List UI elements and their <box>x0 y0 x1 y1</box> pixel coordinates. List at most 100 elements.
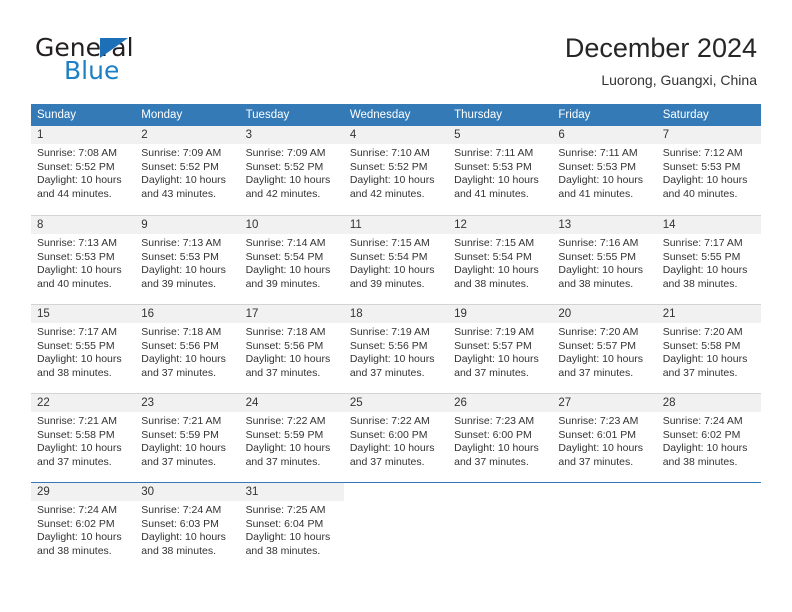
day-number: 5 <box>448 126 553 144</box>
day-cell[interactable]: 27 Sunrise: 7:23 AM Sunset: 6:01 PM Dayligh… <box>552 394 657 482</box>
daylight-text-line1: Daylight: 10 hours <box>141 174 226 186</box>
sunset-text: Sunset: 6:03 PM <box>141 517 219 530</box>
day-details: Sunrise: 7:18 AM Sunset: 5:56 PM Daylight:… <box>135 323 239 380</box>
day-cell[interactable]: 17 Sunrise: 7:18 AM Sunset: 5:56 PM Dayligh… <box>239 305 344 393</box>
sunrise-text: Sunrise: 7:18 AM <box>245 326 326 338</box>
day-number: 9 <box>135 216 240 234</box>
sunset-text: Sunset: 5:59 PM <box>245 428 324 441</box>
day-cell[interactable]: 29 Sunrise: 7:24 AM Sunset: 6:02 PM Dayligh… <box>31 483 136 571</box>
day-cell[interactable]: 14 Sunrise: 7:17 AM Sunset: 5:55 PM Dayligh… <box>656 216 761 304</box>
general-blue-logo[interactable]: General Blue <box>35 35 235 91</box>
day-details: Sunrise: 7:12 AM Sunset: 5:53 PM Daylight:… <box>657 144 761 201</box>
sunrise-text: Sunrise: 7:09 AM <box>141 147 222 159</box>
day-cell[interactable]: 4 Sunrise: 7:10 AM Sunset: 5:52 PM Daylight… <box>343 126 449 215</box>
day-details: Sunrise: 7:21 AM Sunset: 5:59 PM Daylight:… <box>135 412 239 469</box>
calendar-weeks: 1 Sunrise: 7:08 AM Sunset: 5:52 PM Daylight… <box>31 126 761 571</box>
day-details: Sunrise: 7:15 AM Sunset: 5:54 PM Daylight:… <box>344 234 448 291</box>
day-cell[interactable]: 24 Sunrise: 7:22 AM Sunset: 5:59 PM Dayligh… <box>239 394 344 482</box>
calendar-week-row: 29 Sunrise: 7:24 AM Sunset: 6:02 PM Dayligh… <box>31 482 761 571</box>
day-cell[interactable]: 9 Sunrise: 7:13 AM Sunset: 5:53 PM Daylight… <box>135 216 240 304</box>
sunrise-text: Sunrise: 7:21 AM <box>37 415 117 427</box>
sunset-text: Sunset: 5:53 PM <box>454 160 532 173</box>
day-cell[interactable]: 10 Sunrise: 7:14 AM Sunset: 5:54 PM Dayligh… <box>239 216 344 304</box>
weekday-header-row: Sunday Monday Tuesday Wednesday Thursday Frid… <box>31 104 761 126</box>
sunset-text: Sunset: 5:53 PM <box>662 160 741 173</box>
sunset-text: Sunset: 5:57 PM <box>454 339 532 352</box>
sunrise-text: Sunrise: 7:24 AM <box>141 504 222 516</box>
day-cell-empty <box>448 483 553 571</box>
sunset-text: Sunset: 5:53 PM <box>37 250 115 263</box>
calendar-week-row: 8 Sunrise: 7:13 AM Sunset: 5:53 PM Daylight… <box>31 215 761 304</box>
sunrise-text: Sunrise: 7:20 AM <box>662 326 743 338</box>
day-number: 12 <box>448 216 553 234</box>
day-number: 15 <box>31 305 136 323</box>
day-number: 1 <box>31 126 136 144</box>
sunrise-text: Sunrise: 7:11 AM <box>558 147 638 159</box>
day-cell[interactable]: 18 Sunrise: 7:19 AM Sunset: 5:56 PM Dayligh… <box>343 305 449 393</box>
daylight-text-line1: Daylight: 10 hours <box>245 442 331 454</box>
day-number: 26 <box>448 394 553 412</box>
day-cell[interactable]: 1 Sunrise: 7:08 AM Sunset: 5:52 PM Daylight… <box>31 126 136 215</box>
daylight-text-line2: and 37 minutes. <box>662 366 738 379</box>
day-details: Sunrise: 7:13 AM Sunset: 5:53 PM Daylight:… <box>135 234 239 291</box>
day-cell[interactable]: 31 Sunrise: 7:25 AM Sunset: 6:04 PM Dayligh… <box>239 483 344 571</box>
day-number: 27 <box>552 394 657 412</box>
day-cell[interactable]: 7 Sunrise: 7:12 AM Sunset: 5:53 PM Daylight… <box>656 126 761 215</box>
daylight-text-line2: and 38 minutes. <box>662 277 738 290</box>
day-number <box>656 483 761 501</box>
day-cell[interactable]: 12 Sunrise: 7:15 AM Sunset: 5:54 PM Dayligh… <box>448 216 553 304</box>
day-details: Sunrise: 7:17 AM Sunset: 5:55 PM Daylight:… <box>657 234 761 291</box>
day-details: Sunrise: 7:20 AM Sunset: 5:58 PM Daylight:… <box>657 323 761 380</box>
sunrise-text: Sunrise: 7:19 AM <box>349 326 430 338</box>
day-number <box>343 483 449 501</box>
daylight-text-line2: and 38 minutes. <box>245 544 321 557</box>
day-cell[interactable]: 19 Sunrise: 7:19 AM Sunset: 5:57 PM Dayligh… <box>448 305 553 393</box>
title-block: December 2024 Luorong, Guangxi, China <box>565 32 757 89</box>
day-cell[interactable]: 6 Sunrise: 7:11 AM Sunset: 5:53 PM Daylight… <box>552 126 657 215</box>
day-details: Sunrise: 7:24 AM Sunset: 6:02 PM Daylight:… <box>657 412 761 469</box>
daylight-text-line1: Daylight: 10 hours <box>454 174 539 186</box>
day-cell[interactable]: 25 Sunrise: 7:22 AM Sunset: 6:00 PM Dayligh… <box>343 394 449 482</box>
day-cell[interactable]: 5 Sunrise: 7:11 AM Sunset: 5:53 PM Daylight… <box>448 126 553 215</box>
day-cell[interactable]: 13 Sunrise: 7:16 AM Sunset: 5:55 PM Dayligh… <box>552 216 657 304</box>
day-number <box>448 483 553 501</box>
day-cell[interactable]: 20 Sunrise: 7:20 AM Sunset: 5:57 PM Dayligh… <box>552 305 657 393</box>
daylight-text-line1: Daylight: 10 hours <box>662 264 748 276</box>
day-cell[interactable]: 23 Sunrise: 7:21 AM Sunset: 5:59 PM Dayligh… <box>135 394 240 482</box>
sunset-text: Sunset: 5:53 PM <box>558 160 637 173</box>
day-number: 10 <box>239 216 344 234</box>
daylight-text-line2: and 38 minutes. <box>141 544 216 557</box>
daylight-text-line2: and 37 minutes. <box>141 455 216 468</box>
sunset-text: Sunset: 5:54 PM <box>454 250 532 263</box>
sunrise-text: Sunrise: 7:18 AM <box>141 326 222 338</box>
sunrise-text: Sunrise: 7:22 AM <box>245 415 326 427</box>
daylight-text-line2: and 37 minutes. <box>454 366 529 379</box>
daylight-text-line2: and 37 minutes. <box>558 366 634 379</box>
weekday-header-friday: Friday <box>558 109 591 121</box>
day-cell[interactable]: 30 Sunrise: 7:24 AM Sunset: 6:03 PM Dayligh… <box>135 483 240 571</box>
day-number: 31 <box>239 483 344 501</box>
day-details: Sunrise: 7:17 AM Sunset: 5:55 PM Daylight:… <box>31 323 135 380</box>
day-cell[interactable]: 3 Sunrise: 7:09 AM Sunset: 5:52 PM Daylight… <box>239 126 344 215</box>
day-details: Sunrise: 7:19 AM Sunset: 5:56 PM Daylight:… <box>344 323 448 380</box>
sunset-text: Sunset: 5:55 PM <box>558 250 637 263</box>
sunrise-text: Sunrise: 7:08 AM <box>37 147 117 159</box>
sunset-text: Sunset: 5:52 PM <box>141 160 219 173</box>
day-cell[interactable]: 16 Sunrise: 7:18 AM Sunset: 5:56 PM Dayligh… <box>135 305 240 393</box>
day-cell[interactable]: 28 Sunrise: 7:24 AM Sunset: 6:02 PM Dayligh… <box>656 394 761 482</box>
day-cell[interactable]: 22 Sunrise: 7:21 AM Sunset: 5:58 PM Dayligh… <box>31 394 136 482</box>
daylight-text-line1: Daylight: 10 hours <box>558 174 644 186</box>
day-cell[interactable]: 8 Sunrise: 7:13 AM Sunset: 5:53 PM Daylight… <box>31 216 136 304</box>
day-details: Sunrise: 7:10 AM Sunset: 5:52 PM Daylight:… <box>344 144 448 201</box>
day-cell[interactable]: 21 Sunrise: 7:20 AM Sunset: 5:58 PM Dayligh… <box>656 305 761 393</box>
day-cell[interactable]: 2 Sunrise: 7:09 AM Sunset: 5:52 PM Daylight… <box>135 126 240 215</box>
day-cell[interactable]: 26 Sunrise: 7:23 AM Sunset: 6:00 PM Dayligh… <box>448 394 553 482</box>
sunrise-text: Sunrise: 7:22 AM <box>349 415 430 427</box>
day-cell[interactable]: 11 Sunrise: 7:15 AM Sunset: 5:54 PM Dayligh… <box>343 216 449 304</box>
day-details: Sunrise: 7:25 AM Sunset: 6:04 PM Daylight:… <box>240 501 344 558</box>
day-cell-empty <box>343 483 449 571</box>
day-cell[interactable]: 15 Sunrise: 7:17 AM Sunset: 5:55 PM Dayligh… <box>31 305 136 393</box>
sunset-text: Sunset: 6:02 PM <box>37 517 115 530</box>
sunset-text: Sunset: 6:01 PM <box>558 428 637 441</box>
daylight-text-line1: Daylight: 10 hours <box>349 442 435 454</box>
